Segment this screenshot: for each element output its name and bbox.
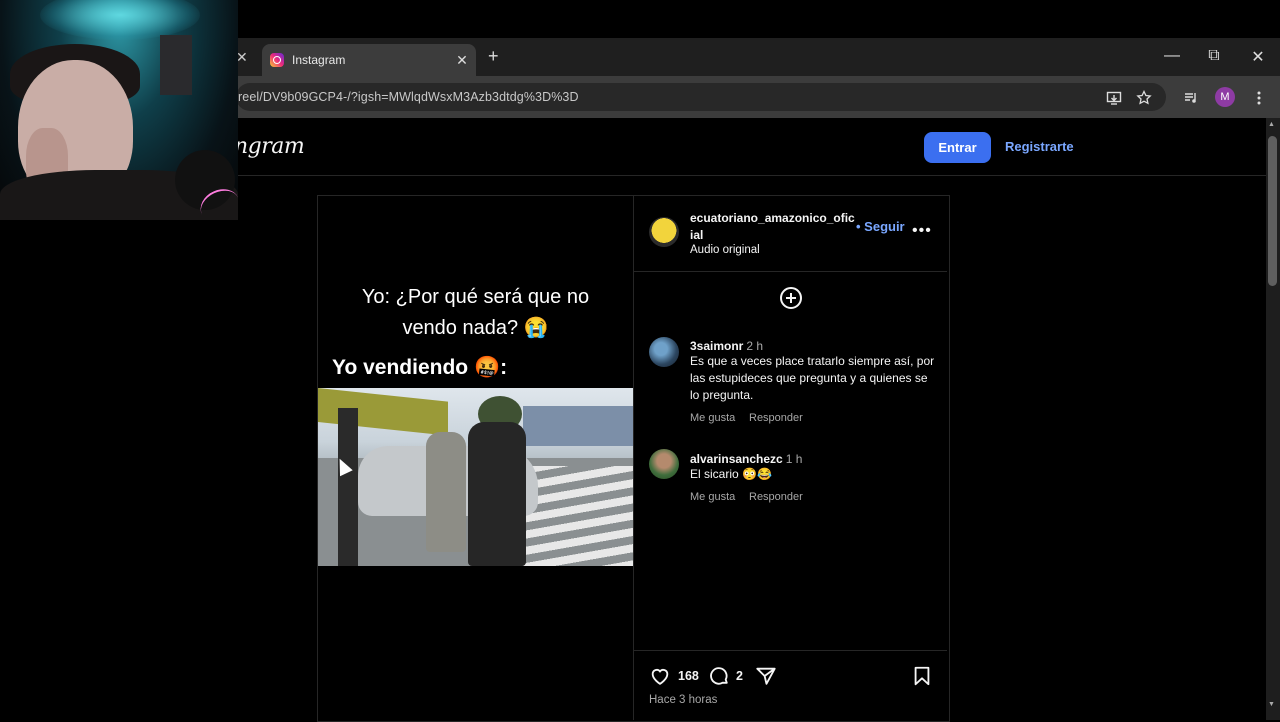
scrollbar-thumb[interactable] xyxy=(1268,136,1277,286)
comment-username[interactable]: alvarinsanchezc xyxy=(690,452,783,466)
tab-instagram[interactable]: Instagram ✕ xyxy=(262,44,476,76)
close-window-button[interactable]: ✕ xyxy=(1248,47,1268,67)
tab-close-icon[interactable]: ✕ xyxy=(452,52,472,69)
restore-button[interactable]: ⧉ xyxy=(1204,47,1224,65)
save-bookmark-icon[interactable] xyxy=(911,665,933,687)
comment-time[interactable]: 2 h xyxy=(746,339,763,353)
comment-like-button[interactable]: Me gusta xyxy=(690,491,735,503)
tab-title: Instagram xyxy=(292,53,346,67)
load-more-comments-icon[interactable] xyxy=(780,287,802,309)
bookmark-star-icon[interactable] xyxy=(1132,86,1156,110)
post-header-divider xyxy=(634,271,947,272)
new-tab-button[interactable]: + xyxy=(488,46,499,67)
comment-text: Es que a veces place tratarlo siempre as… xyxy=(690,354,935,402)
minimize-button[interactable]: — xyxy=(1162,47,1182,65)
post-time[interactable]: Hace 3 horas xyxy=(649,694,717,706)
media-controls-icon[interactable] xyxy=(1179,86,1203,110)
comment-like-button[interactable]: Me gusta xyxy=(690,412,735,424)
actions-divider xyxy=(634,650,947,651)
reel-caption-question: Yo: ¿Por qué será que no vendo nada? 😭 xyxy=(318,282,633,344)
likes-count[interactable]: 168 xyxy=(678,669,699,683)
caption-line-2: vendo nada? 😭 xyxy=(402,317,549,339)
follow-button[interactable]: • Seguir xyxy=(856,219,905,234)
comment-username[interactable]: 3saimonr xyxy=(690,339,743,353)
comment-reply-button[interactable]: Responder xyxy=(749,491,803,503)
caption-line-1: Yo: ¿Por qué será que no xyxy=(361,286,590,308)
comments-count: 2 xyxy=(736,669,743,683)
comment-avatar[interactable] xyxy=(649,449,679,479)
share-send-icon[interactable] xyxy=(755,665,777,687)
comment-text: El sicario 😳😂 xyxy=(690,467,772,481)
comment-reply-button[interactable]: Responder xyxy=(749,412,803,424)
signup-link[interactable]: Registrarte xyxy=(1005,139,1074,154)
caption-line-3: Yo vendiendo 🤬: xyxy=(332,356,508,379)
instagram-favicon-icon xyxy=(270,53,284,67)
comment-bubble-icon[interactable] xyxy=(708,665,730,687)
scroll-down-arrow-icon[interactable]: ▼ xyxy=(1268,701,1275,708)
scroll-up-arrow-icon[interactable]: ▲ xyxy=(1268,121,1275,128)
browser-menu-icon[interactable] xyxy=(1247,86,1271,110)
install-app-icon[interactable] xyxy=(1102,86,1126,110)
reel-video-frame[interactable] xyxy=(318,388,633,566)
instagram-logo[interactable]: ngram xyxy=(234,134,305,159)
comment-time[interactable]: 1 h xyxy=(786,452,803,466)
profile-avatar[interactable]: M xyxy=(1215,87,1235,107)
more-options-icon[interactable]: ••• xyxy=(912,222,932,240)
like-heart-icon[interactable] xyxy=(649,665,671,687)
account-avatar[interactable] xyxy=(649,217,679,247)
header-divider xyxy=(238,175,1266,176)
comment-avatar[interactable] xyxy=(649,337,679,367)
account-name[interactable]: ecuatoriano_amazonico_oficial xyxy=(690,210,855,244)
login-button[interactable]: Entrar xyxy=(924,132,991,163)
audio-link[interactable]: Audio original xyxy=(690,244,760,256)
url-text[interactable]: reel/DV9b09GCP4-/?igsh=MWlqdWsxM3Azb3dtd… xyxy=(238,90,579,104)
streamer-webcam-overlay xyxy=(0,0,238,220)
